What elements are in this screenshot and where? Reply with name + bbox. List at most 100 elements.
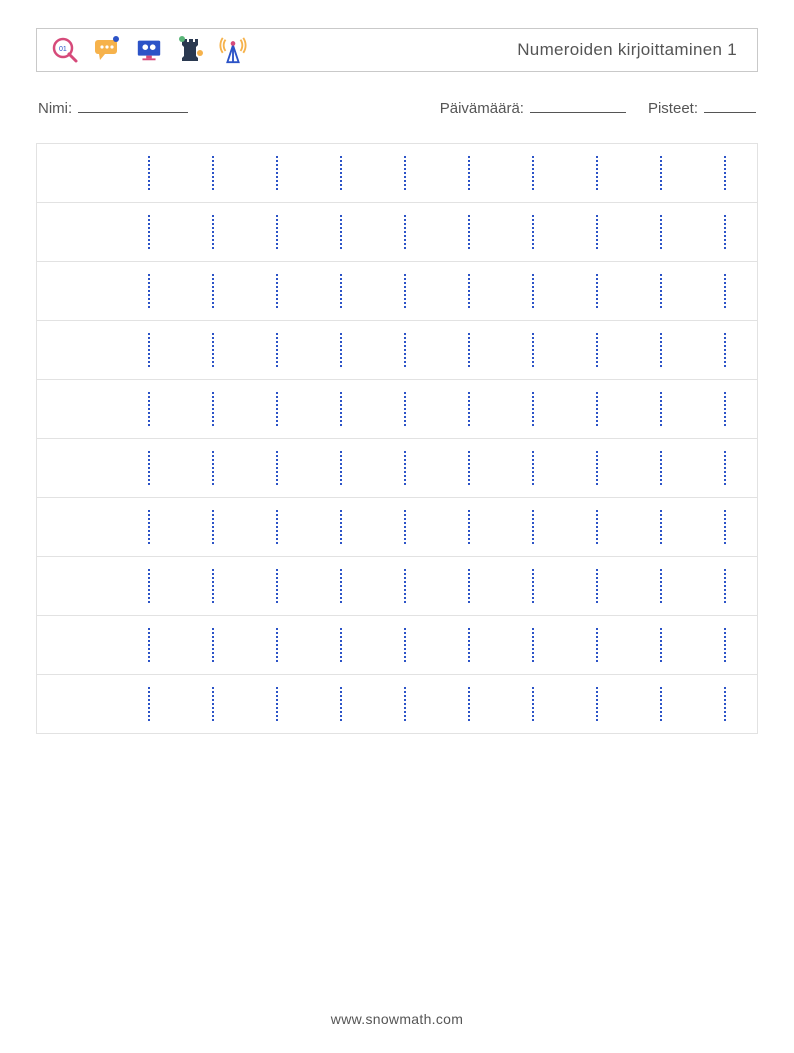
trace-digit[interactable]: 1 [401, 276, 409, 306]
trace-digit[interactable]: 1 [465, 571, 473, 601]
trace-digit[interactable]: 1 [337, 158, 345, 188]
trace-digit[interactable]: 1 [209, 158, 217, 188]
trace-digit[interactable]: 1 [721, 394, 729, 424]
trace-digit[interactable]: 1 [657, 453, 665, 483]
trace-digit[interactable]: 1 [273, 394, 281, 424]
trace-digit[interactable]: 1 [337, 630, 345, 660]
trace-digit[interactable]: 1 [337, 394, 345, 424]
trace-digit[interactable]: 1 [529, 394, 537, 424]
trace-digit[interactable]: 1 [401, 217, 409, 247]
trace-digit[interactable]: 1 [273, 571, 281, 601]
trace-digit[interactable]: 1 [593, 630, 601, 660]
trace-digit[interactable]: 1 [721, 453, 729, 483]
trace-digit[interactable]: 1 [529, 512, 537, 542]
trace-digit[interactable]: 1 [465, 335, 473, 365]
trace-digit[interactable]: 1 [593, 217, 601, 247]
trace-digit[interactable]: 1 [145, 217, 153, 247]
trace-digit[interactable]: 1 [145, 689, 153, 719]
trace-digit[interactable]: 1 [593, 453, 601, 483]
trace-digit[interactable]: 1 [465, 512, 473, 542]
trace-digit[interactable]: 1 [337, 335, 345, 365]
trace-digit[interactable]: 1 [401, 158, 409, 188]
trace-digit[interactable]: 1 [209, 276, 217, 306]
trace-digit[interactable]: 1 [273, 217, 281, 247]
trace-digit[interactable]: 1 [721, 689, 729, 719]
trace-digit[interactable]: 1 [273, 335, 281, 365]
trace-digit[interactable]: 1 [465, 217, 473, 247]
trace-digit[interactable]: 1 [337, 276, 345, 306]
trace-digit[interactable]: 1 [273, 276, 281, 306]
trace-digit[interactable]: 1 [465, 158, 473, 188]
trace-digit[interactable]: 1 [657, 571, 665, 601]
trace-digit[interactable]: 1 [273, 689, 281, 719]
trace-digit[interactable]: 1 [401, 512, 409, 542]
trace-digit[interactable]: 1 [657, 276, 665, 306]
trace-digit[interactable]: 1 [273, 158, 281, 188]
trace-digit[interactable]: 1 [337, 453, 345, 483]
trace-digit[interactable]: 1 [721, 276, 729, 306]
trace-digit[interactable]: 1 [145, 276, 153, 306]
trace-digit[interactable]: 1 [209, 217, 217, 247]
trace-digit[interactable]: 1 [593, 571, 601, 601]
trace-digit[interactable]: 1 [657, 512, 665, 542]
trace-digit[interactable]: 1 [209, 335, 217, 365]
trace-digit[interactable]: 1 [465, 689, 473, 719]
name-blank[interactable] [78, 98, 188, 113]
trace-digit[interactable]: 1 [657, 217, 665, 247]
trace-digit[interactable]: 1 [529, 217, 537, 247]
trace-digit[interactable]: 1 [593, 335, 601, 365]
trace-digit[interactable]: 1 [657, 158, 665, 188]
trace-digit[interactable]: 1 [401, 453, 409, 483]
trace-digit[interactable]: 1 [657, 394, 665, 424]
trace-digit[interactable]: 1 [593, 689, 601, 719]
trace-digit[interactable]: 1 [529, 689, 537, 719]
trace-digit[interactable]: 1 [465, 630, 473, 660]
trace-digit[interactable]: 1 [721, 512, 729, 542]
trace-digit[interactable]: 1 [657, 630, 665, 660]
trace-digit[interactable]: 1 [337, 571, 345, 601]
trace-digit[interactable]: 1 [145, 335, 153, 365]
trace-digit[interactable]: 1 [721, 630, 729, 660]
trace-digit[interactable]: 1 [401, 630, 409, 660]
trace-digit[interactable]: 1 [529, 453, 537, 483]
trace-digit[interactable]: 1 [721, 335, 729, 365]
trace-digit[interactable]: 1 [529, 158, 537, 188]
trace-digit[interactable]: 1 [145, 630, 153, 660]
trace-digit[interactable]: 1 [529, 276, 537, 306]
trace-digit[interactable]: 1 [401, 394, 409, 424]
trace-digit[interactable]: 1 [529, 571, 537, 601]
trace-digit[interactable]: 1 [209, 689, 217, 719]
trace-digit[interactable]: 1 [529, 630, 537, 660]
trace-digit[interactable]: 1 [209, 630, 217, 660]
trace-digit[interactable]: 1 [401, 689, 409, 719]
trace-digit[interactable]: 1 [209, 394, 217, 424]
trace-digit[interactable]: 1 [273, 630, 281, 660]
trace-digit[interactable]: 1 [593, 394, 601, 424]
trace-digit[interactable]: 1 [721, 158, 729, 188]
score-blank[interactable] [704, 98, 756, 113]
trace-digit[interactable]: 1 [465, 453, 473, 483]
trace-digit[interactable]: 1 [465, 276, 473, 306]
trace-digit[interactable]: 1 [337, 689, 345, 719]
trace-digit[interactable]: 1 [593, 512, 601, 542]
trace-digit[interactable]: 1 [209, 571, 217, 601]
trace-digit[interactable]: 1 [721, 217, 729, 247]
trace-digit[interactable]: 1 [593, 276, 601, 306]
trace-digit[interactable]: 1 [721, 571, 729, 601]
trace-digit[interactable]: 1 [145, 453, 153, 483]
trace-digit[interactable]: 1 [657, 689, 665, 719]
trace-digit[interactable]: 1 [145, 158, 153, 188]
trace-digit[interactable]: 1 [145, 394, 153, 424]
trace-digit[interactable]: 1 [145, 512, 153, 542]
trace-digit[interactable]: 1 [209, 453, 217, 483]
date-blank[interactable] [530, 98, 626, 113]
trace-digit[interactable]: 1 [401, 335, 409, 365]
trace-digit[interactable]: 1 [465, 394, 473, 424]
trace-digit[interactable]: 1 [337, 512, 345, 542]
trace-digit[interactable]: 1 [529, 335, 537, 365]
trace-digit[interactable]: 1 [273, 512, 281, 542]
trace-digit[interactable]: 1 [145, 571, 153, 601]
trace-digit[interactable]: 1 [209, 512, 217, 542]
trace-digit[interactable]: 1 [273, 453, 281, 483]
trace-digit[interactable]: 1 [401, 571, 409, 601]
